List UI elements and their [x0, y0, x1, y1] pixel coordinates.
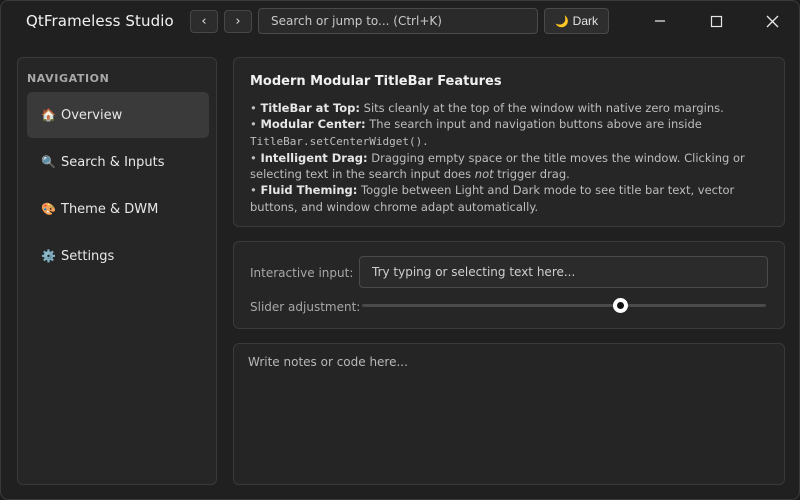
- back-button[interactable]: ‹: [190, 10, 218, 33]
- close-icon: [766, 15, 779, 28]
- sidebar-item-search-inputs[interactable]: 🔍 Search & Inputs: [27, 139, 209, 185]
- sidebar-item-overview[interactable]: 🏠 Overview: [27, 92, 209, 138]
- minimize-icon: [655, 20, 665, 22]
- notes-panel: [233, 343, 785, 485]
- minimize-button[interactable]: [637, 1, 683, 41]
- sidebar-item-label: Overview: [61, 108, 123, 123]
- feature-text: Sits cleanly at the top of the window wi…: [360, 101, 724, 115]
- interactive-input[interactable]: [359, 256, 768, 288]
- sidebar-heading: NAVIGATION: [27, 72, 110, 85]
- code-snippet: TitleBar.setCenterWidget().: [250, 134, 429, 148]
- features-title: Modern Modular TitleBar Features: [250, 74, 502, 89]
- list-item: • Modular Center: The search input and n…: [250, 117, 702, 148]
- slider-track[interactable]: [362, 304, 766, 307]
- app-window: QtFrameless Studio ‹ › 🌙Dark NAVIGATION: [0, 0, 800, 500]
- search-input[interactable]: [258, 8, 538, 34]
- sidebar-item-label: Search & Inputs: [61, 155, 165, 170]
- controls-panel: Interactive input: Slider adjustment:: [233, 241, 785, 329]
- emphasis-text: not: [474, 167, 494, 182]
- list-item: • Intelligent Drag: Dragging empty space…: [250, 150, 745, 182]
- list-item: • Fluid Theming: Toggle between Light an…: [250, 183, 735, 214]
- forward-button[interactable]: ›: [224, 10, 252, 33]
- feature-text: The search input and navigation buttons …: [365, 117, 702, 132]
- theme-toggle-label: Dark: [572, 14, 599, 28]
- input-label: Interactive input:: [250, 266, 354, 280]
- notes-editor[interactable]: [234, 344, 784, 484]
- sidebar-item-label: Settings: [61, 249, 115, 264]
- title-bar[interactable]: QtFrameless Studio ‹ › 🌙Dark: [1, 1, 799, 43]
- features-panel: Modern Modular TitleBar Features • Title…: [233, 57, 785, 227]
- feature-name: Fluid Theming:: [260, 183, 358, 198]
- magnifier-icon: 🔍: [41, 155, 56, 169]
- close-button[interactable]: [749, 1, 795, 41]
- slider-handle[interactable]: [613, 298, 629, 313]
- theme-toggle-button[interactable]: 🌙 Dark: [544, 8, 609, 34]
- sidebar-item-theme-dwm[interactable]: 🎨 Theme & DWM: [27, 186, 209, 232]
- maximize-icon: [710, 15, 723, 28]
- feature-text: trigger drag.: [493, 167, 570, 182]
- sidebar-item-settings[interactable]: ⚙️ Settings: [27, 233, 209, 279]
- gear-icon: ⚙️: [41, 249, 56, 263]
- slider-label: Slider adjustment:: [250, 300, 361, 314]
- list-item: • TitleBar at Top: Sits cleanly at the t…: [250, 101, 724, 115]
- app-title[interactable]: QtFrameless Studio: [26, 12, 174, 30]
- house-icon: 🏠: [41, 108, 56, 122]
- feature-name: TitleBar at Top:: [260, 101, 360, 115]
- sidebar: NAVIGATION 🏠 Overview 🔍 Search & Inputs 🎨 T…: [17, 57, 217, 485]
- palette-icon: 🎨: [41, 202, 56, 216]
- feature-name: Intelligent Drag:: [260, 150, 368, 165]
- sidebar-item-label: Theme & DWM: [61, 202, 159, 217]
- moon-icon: 🌙: [554, 16, 569, 28]
- maximize-button[interactable]: [693, 1, 739, 41]
- features-list: • TitleBar at Top: Sits cleanly at the t…: [250, 100, 775, 215]
- feature-name: Modular Center:: [260, 117, 366, 132]
